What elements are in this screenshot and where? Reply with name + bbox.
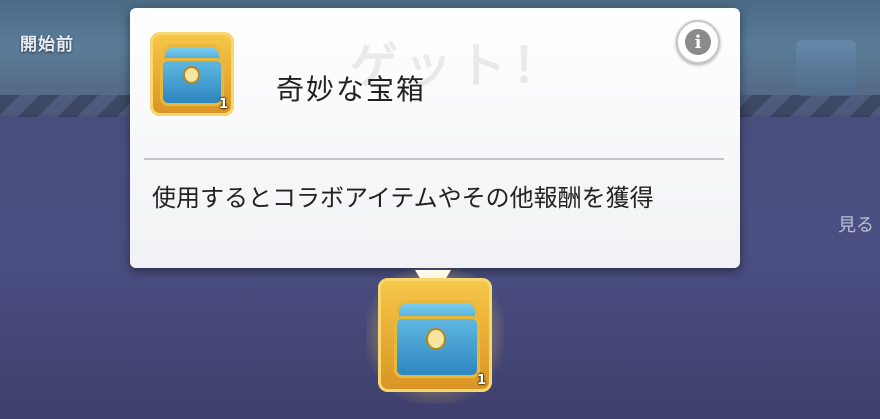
info-button[interactable]: i (676, 20, 720, 64)
start-status-label: 開始前 (20, 35, 74, 55)
treasure-chest-icon: 1 (150, 32, 234, 116)
chest-lock (426, 328, 446, 350)
chest-lock (183, 66, 200, 84)
item-info-popup: ゲット！ 1 奇妙な宝箱 i 使用するとコラボアイテムやその他報酬を獲得 (130, 8, 740, 268)
info-icon: i (685, 29, 711, 55)
item-title: 奇妙な宝箱 (276, 73, 427, 106)
item-count: 1 (218, 97, 228, 112)
reward-count: 1 (476, 373, 486, 388)
background-side-text: 見る (838, 215, 874, 236)
item-description: 使用するとコラボアイテムやその他報酬を獲得 (152, 184, 654, 212)
reward-item-slot[interactable]: 1 (366, 266, 504, 404)
popup-divider (144, 158, 724, 160)
treasure-chest-icon: 1 (378, 278, 492, 392)
background-side-button (796, 40, 856, 96)
